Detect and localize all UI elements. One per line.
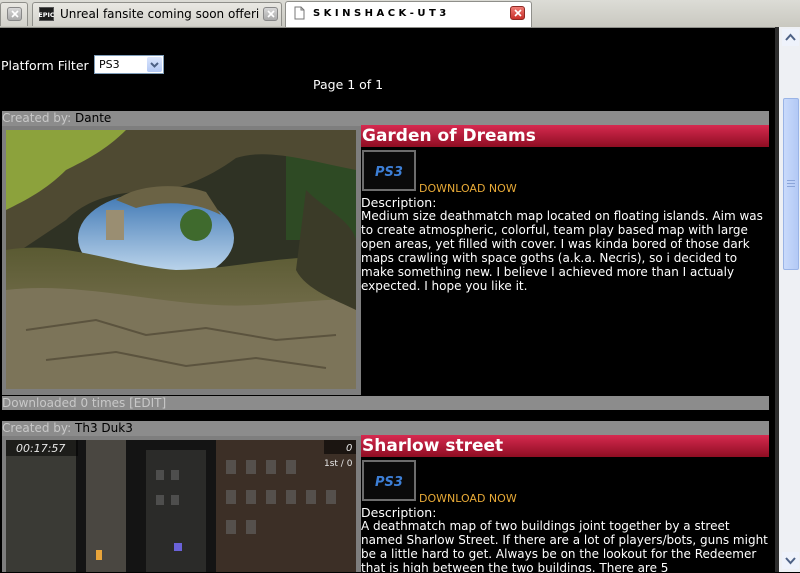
download-now-link[interactable]: DOWNLOAD NOW [419,182,517,195]
map-title[interactable]: Sharlow street [362,436,503,456]
scrollbar-thumb[interactable] [783,98,799,270]
scroll-down-button[interactable] [782,552,799,569]
svg-text:PS3: PS3 [375,475,403,490]
epic-games-favicon-icon: EPIC [38,7,55,21]
map-title-bar: Sharlow street [361,435,769,457]
chevron-up-icon [785,33,796,41]
browser-tab-strip: EPIC Unreal fansite coming soon offering… [0,0,800,28]
download-now-link[interactable]: DOWNLOAD NOW [419,492,517,505]
hud-rank: 1st / 0 [324,459,353,469]
scrollbar-edge [775,27,779,572]
author-name[interactable]: Th3 Duk3 [75,421,133,435]
entry-author-bar: Created by: Th3 Duk3 [2,421,769,436]
tab-title: Unreal fansite coming soon offering sp..… [60,7,260,21]
tab-skinshack[interactable]: S K I N S H A C K - U T 3 [285,1,532,27]
hud-timer: 00:17:57 [16,442,65,455]
page-viewport: Platform Filter PS3 Page 1 of 1 Created … [0,27,775,572]
platform-filter-label: Platform Filter [1,58,89,73]
entry-author-bar: Created by: Dante [2,111,769,126]
page-icon [292,6,307,20]
chevron-down-icon [785,557,796,565]
ps3-logo-icon: PS3 [362,150,416,191]
author-name[interactable]: Dante [75,111,111,125]
scrollbar-grip [787,186,795,187]
tab-unreal-fansite[interactable]: EPIC Unreal fansite coming soon offering… [32,2,282,26]
map-title[interactable]: Garden of Dreams [362,126,536,146]
map-description: Medium size deathmatch map located on fl… [361,209,763,293]
created-by-label: Created by: [2,421,72,435]
description-label: Description: [361,195,437,210]
tab-close-left-button[interactable] [0,2,28,26]
description-label: Description: [361,505,437,520]
tab-title: S K I N S H A C K - U T 3 [313,8,447,19]
close-icon[interactable] [510,6,525,20]
scrollbar-grip [787,180,795,181]
map-description: A deathmatch map of two buildings joint … [361,519,768,572]
svg-text:PS3: PS3 [375,165,403,180]
close-icon[interactable] [263,7,278,21]
ps3-logo-icon: PS3 [362,460,416,501]
platform-filter-select[interactable]: PS3 [94,55,164,74]
map-screenshot-garden-of-dreams[interactable] [6,130,356,389]
scroll-up-button[interactable] [782,29,799,46]
close-icon[interactable] [7,7,22,21]
scrollbar-grip [787,183,795,184]
page-indicator: Page 1 of 1 [313,77,384,92]
map-screenshot-sharlow-street[interactable]: 00:17:57 0 1st / 0 [6,440,356,572]
map-title-bar: Garden of Dreams [361,125,769,147]
created-by-label: Created by: [2,111,72,125]
download-count[interactable]: Downloaded 0 times [EDIT] [2,396,769,410]
platform-filter-value: PS3 [99,58,120,71]
hud-score: 0 [346,443,352,454]
chevron-down-icon[interactable] [147,57,162,72]
svg-text:EPIC: EPIC [39,11,54,19]
